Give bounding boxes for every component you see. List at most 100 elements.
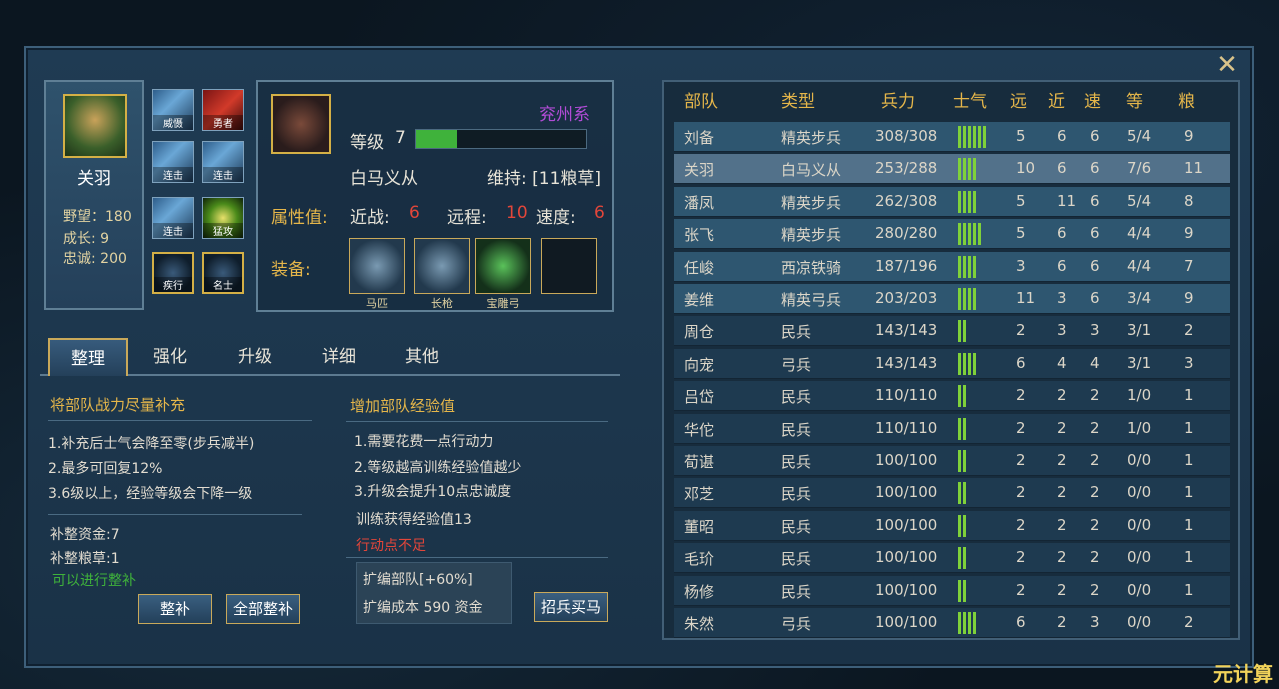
table-row[interactable]: 毛玠 民兵 100/100 2 2 2 0/0 1 [674,543,1230,574]
ranged-cell: 3 [1016,256,1026,275]
unit-name-cell: 潘凤 [684,193,715,212]
tab-shengji[interactable]: 升级 [225,338,285,376]
equip-horse-icon[interactable] [349,238,405,294]
speed-cell: 6 [1090,289,1100,307]
skill-icon-lianji-1[interactable]: 连击 [152,141,194,183]
replenish-gold: 补整资金:7 [50,527,120,543]
replenish-button[interactable]: 整补 [138,594,212,624]
unit-type-cell: 民兵 [781,388,812,407]
table-row[interactable]: 张飞 精英步兵 280/280 5 6 6 4/4 9 [674,219,1230,250]
food-cell: 9 [1184,224,1194,243]
strength-cell: 187/196 [875,256,938,275]
morale-bar [958,579,968,602]
table-row[interactable]: 华佗 民兵 110/110 2 2 2 1/0 1 [674,413,1230,444]
ranged-cell: 2 [1016,321,1026,340]
unit-name-cell: 华佗 [684,420,715,439]
unit-name-cell: 杨修 [684,582,715,601]
train-exp-gain: 训练获得经验值13 [356,512,472,528]
expand-bonus: 扩编部队[+60%] [363,572,473,588]
table-row[interactable]: 杨修 民兵 100/100 2 2 2 0/0 1 [674,575,1230,606]
morale-bar [958,126,988,148]
speed-cell: 2 [1090,418,1100,437]
replenish-title: 将部队战力尽量补充 [50,396,186,414]
ranged-cell: 2 [1016,386,1026,405]
hero-name: 关羽 [77,169,111,189]
hero-ambition: 野望：180 [63,209,132,225]
col-ranged: 远 [1010,92,1027,112]
level-cell: 7/6 [1127,159,1152,178]
speed-cell: 2 [1090,483,1100,502]
ranged-cell: 2 [1016,483,1026,502]
ranged-cell: 5 [1016,191,1026,210]
food-cell: 3 [1184,353,1194,372]
equip-empty-slot[interactable] [541,238,597,294]
unit-type-cell: 精英步兵 [781,129,842,147]
unit-type-cell: 民兵 [781,582,812,601]
skill-icon-lianji-3[interactable]: 连击 [152,197,194,239]
unit-type-cell: 西凉铁骑 [781,258,842,277]
morale-bar [958,547,968,570]
close-button[interactable]: ✕ [1214,52,1240,78]
equip-spear-icon[interactable] [414,238,470,294]
table-row[interactable]: 吕岱 民兵 110/110 2 2 2 1/0 1 [674,381,1230,412]
table-row[interactable]: 潘凤 精英步兵 262/308 5 11 6 5/4 8 [674,186,1230,217]
strength-cell: 100/100 [875,613,938,631]
recruit-button[interactable]: 招兵买马 [534,592,608,622]
table-row[interactable]: 邓芝 民兵 100/100 2 2 2 0/0 1 [674,478,1230,509]
equip-horse-label: 马匹 [366,297,388,310]
skill-icon-mingshi[interactable]: 名士 [202,252,244,294]
unit-name-cell: 姜维 [684,291,715,309]
skill-icon-jixing[interactable]: 疾行 [152,252,194,294]
tab-zhengli[interactable]: 整理 [48,338,128,376]
melee-label: 近战: [350,208,390,228]
level-cell: 4/4 [1127,224,1152,243]
col-level: 等 [1126,92,1143,112]
train-line-3: 3.升级会提升10点忠诚度 [354,484,512,500]
food-cell: 9 [1184,127,1194,145]
tab-bar: 整理 强化 升级 详细 其他 [40,338,620,376]
strength-cell: 143/143 [875,321,938,340]
tab-qita[interactable]: 其他 [392,338,452,376]
equip-bow-icon[interactable] [475,238,531,294]
morale-bar [958,223,983,246]
table-row[interactable]: 刘备 精英步兵 308/308 5 6 6 5/4 9 [674,122,1230,152]
level-cell: 0/0 [1127,515,1152,534]
ranged-cell: 2 [1016,548,1026,567]
skill-icon-lianji-2[interactable]: 连击 [202,141,244,183]
strength-cell: 100/100 [875,483,938,502]
table-row[interactable]: 关羽 白马义从 253/288 10 6 6 7/6 11 [674,154,1230,185]
tab-xiangxi[interactable]: 详细 [309,338,369,376]
table-row[interactable]: 姜维 精英弓兵 203/203 11 3 6 3/4 9 [674,284,1230,314]
unit-name-cell: 任峻 [684,258,715,277]
skill-icon-yongzhe[interactable]: 勇者 [202,89,244,131]
table-row[interactable]: 朱然 弓兵 100/100 6 2 3 0/0 2 [674,608,1230,638]
unit-name-cell: 荀谌 [684,453,715,471]
skill-icon-menggong[interactable]: 猛攻 [202,197,244,239]
unit-type-cell: 精英弓兵 [781,291,842,309]
skill-icon-weishe[interactable]: 威慑 [152,89,194,131]
unit-name-cell: 刘备 [684,129,715,147]
hero-growth: 成长: 9 [63,231,110,247]
train-title: 增加部队经验值 [350,397,456,415]
morale-bar [958,514,968,537]
level-cell: 1/0 [1127,386,1152,405]
melee-cell: 6 [1057,159,1067,178]
unit-type-cell: 民兵 [781,550,812,569]
col-type: 类型 [781,92,815,112]
unit-type-cell: 弓兵 [781,615,812,633]
unit-name-cell: 张飞 [684,226,715,245]
unit-name-cell: 邓芝 [684,485,715,504]
tab-qianghua[interactable]: 强化 [140,338,200,376]
table-row[interactable]: 周仓 民兵 143/143 2 3 3 3/1 2 [674,316,1230,347]
unit-type-cell: 民兵 [781,517,812,536]
replenish-all-button[interactable]: 全部整补 [226,594,300,624]
ranged-cell: 2 [1016,451,1026,469]
table-row[interactable]: 董昭 民兵 100/100 2 2 2 0/0 1 [674,510,1230,541]
table-row[interactable]: 向宠 弓兵 143/143 6 4 4 3/1 3 [674,348,1230,379]
table-row[interactable]: 荀谌 民兵 100/100 2 2 2 0/0 1 [674,446,1230,476]
melee-cell: 3 [1057,289,1067,307]
table-row[interactable]: 任峻 西凉铁骑 187/196 3 6 6 4/4 7 [674,251,1230,282]
col-morale: 士气 [953,92,987,112]
melee-value: 6 [409,203,420,223]
level-cell: 3/4 [1127,289,1152,307]
